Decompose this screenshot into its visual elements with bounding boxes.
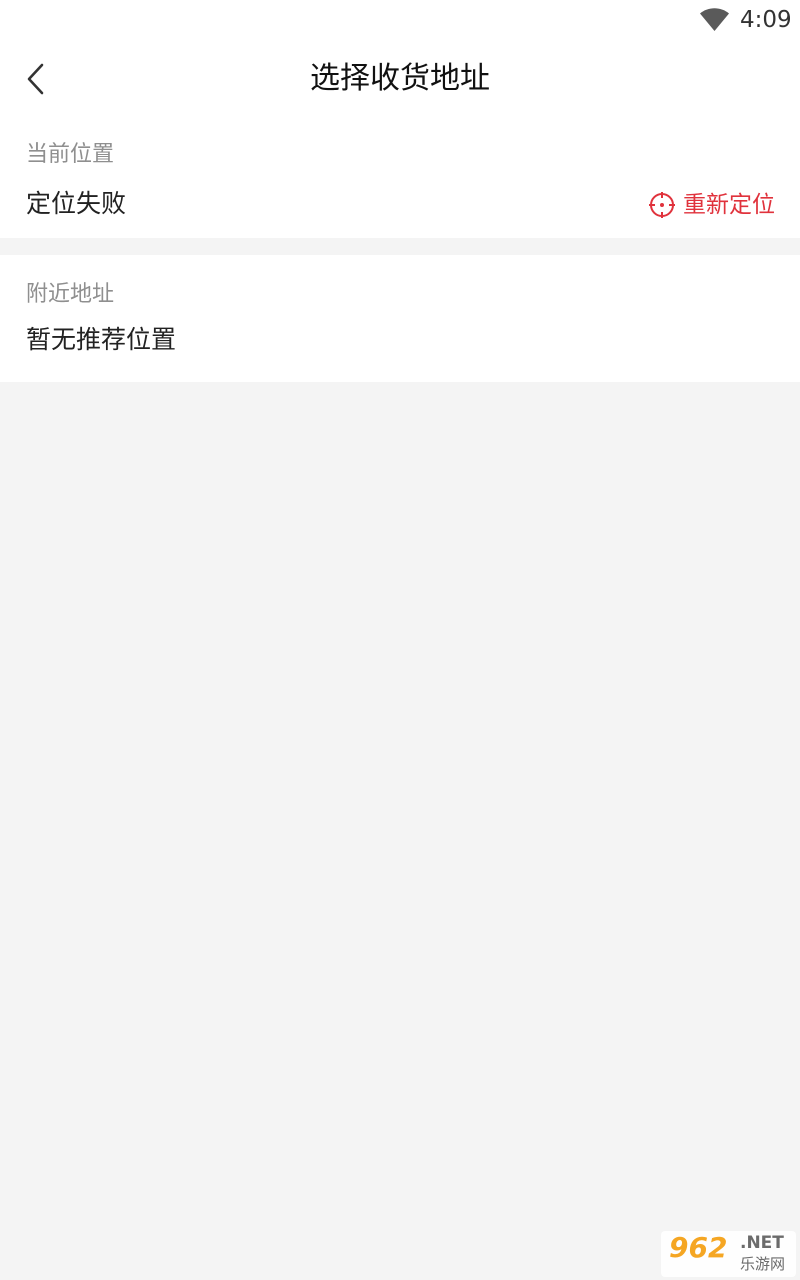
back-button[interactable] xyxy=(0,40,70,118)
current-location-section: 当前位置 定位失败 重新定位 xyxy=(0,118,800,238)
page-title: 选择收货地址 xyxy=(310,61,490,96)
current-location-value: 定位失败 xyxy=(26,189,127,218)
status-bar: 4:09 xyxy=(0,0,800,40)
watermark-number: 962 xyxy=(669,1231,728,1264)
status-time: 4:09 xyxy=(740,7,792,33)
nearby-address-label: 附近地址 xyxy=(26,282,115,307)
nav-bar: 选择收货地址 xyxy=(0,40,800,118)
wifi-icon xyxy=(700,8,729,31)
nearby-address-value: 暂无推荐位置 xyxy=(26,325,177,354)
site-watermark: 962 .NET 乐游网 xyxy=(661,1231,796,1277)
watermark-suffix: .NET xyxy=(740,1233,784,1253)
chevron-left-icon xyxy=(27,63,44,95)
relocate-label: 重新定位 xyxy=(683,192,775,218)
watermark-text: 乐游网 xyxy=(740,1255,786,1273)
relocate-button[interactable]: 重新定位 xyxy=(649,188,775,222)
crosshair-icon xyxy=(649,192,675,218)
nearby-address-section: 附近地址 暂无推荐位置 xyxy=(0,255,800,382)
current-location-label: 当前位置 xyxy=(26,142,115,167)
